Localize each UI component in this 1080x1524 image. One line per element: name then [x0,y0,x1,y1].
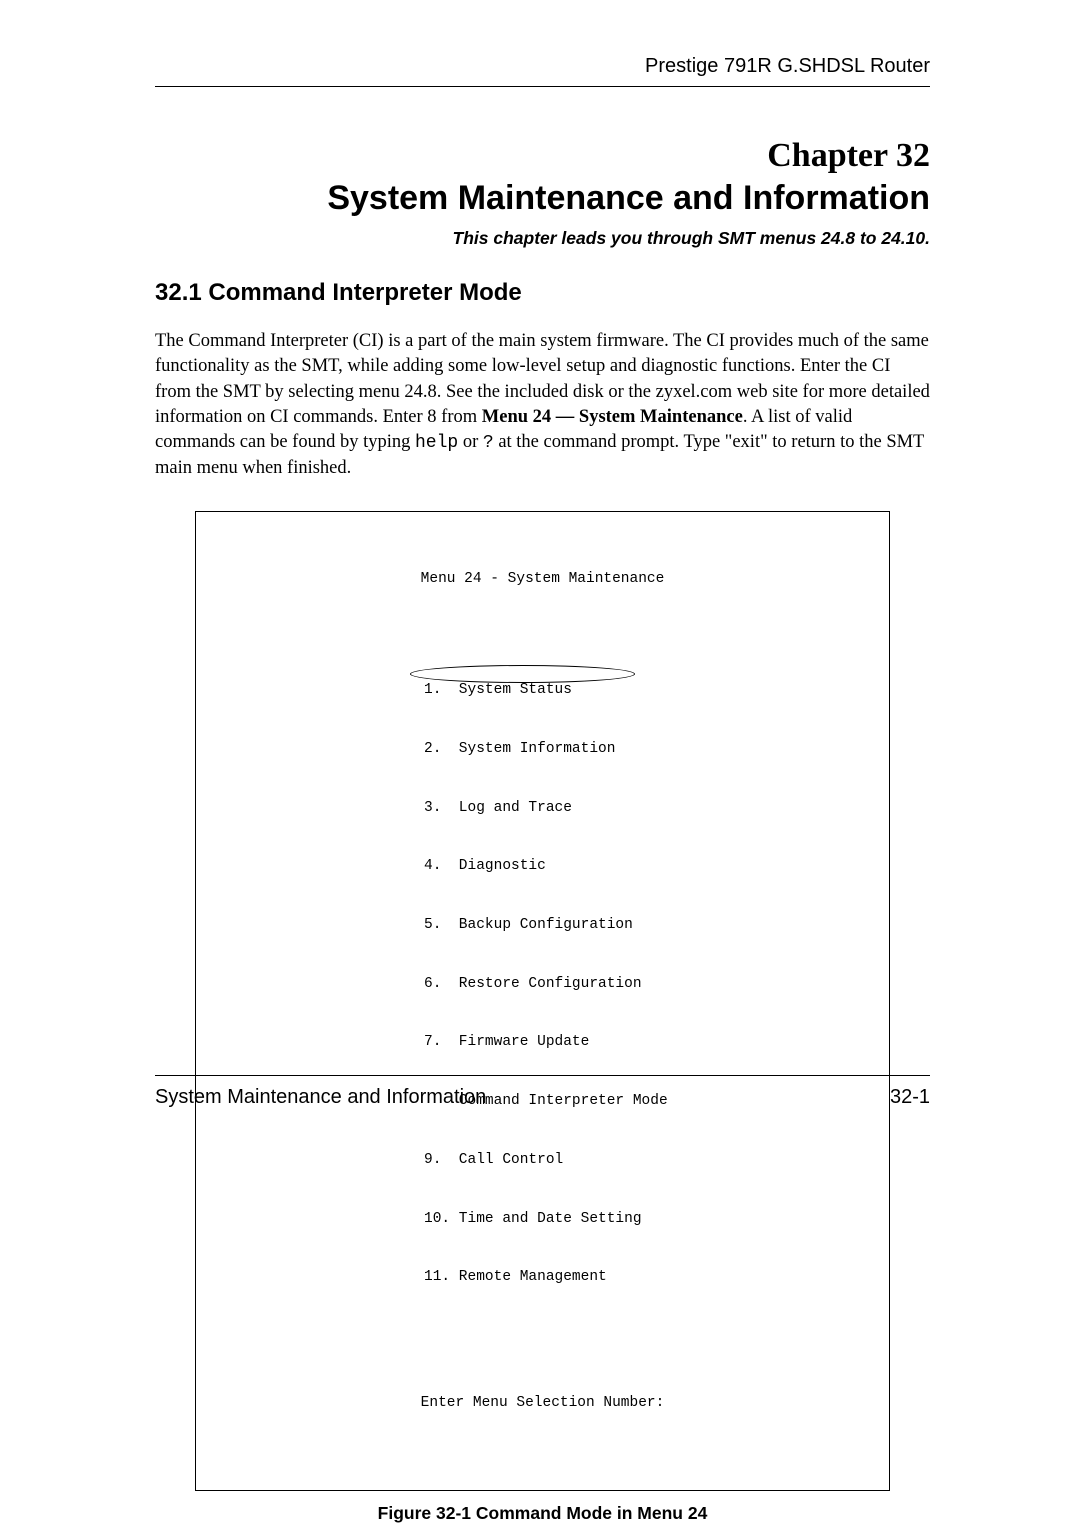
chapter-title: System Maintenance and Information [155,179,930,218]
menu-item: 1. System Status [424,681,871,701]
menu-item: 4. Diagnostic [424,857,871,877]
menu-item: 10. Time and Date Setting [424,1210,871,1230]
para-code1: help [415,433,458,453]
menu-item: 7. Firmware Update [424,1033,871,1053]
footer: System Maintenance and Information 32-1 [155,1075,930,1109]
body-paragraph: The Command Interpreter (CI) is a part o… [155,329,930,481]
menu-box: Menu 24 - System Maintenance 1. System S… [195,511,890,1491]
menu-item: 3. Log and Trace [424,799,871,819]
menu-item: 9. Call Control [424,1151,871,1171]
menu-item: 11. Remote Management [424,1268,871,1288]
menu-item: 2. System Information [424,740,871,760]
chapter-label: Chapter 32 [155,137,930,175]
footer-right: 32-1 [890,1086,930,1109]
menu-item: 6. Restore Configuration [424,975,871,995]
header-product: Prestige 791R G.SHDSL Router [155,55,930,87]
figure-caption: Figure 32-1 Command Mode in Menu 24 [155,1503,930,1524]
para-part3: or [458,432,483,452]
para-code2: ? [483,433,494,453]
chapter-subtitle: This chapter leads you through SMT menus… [155,228,930,249]
footer-left: System Maintenance and Information [155,1086,486,1109]
section-heading: 32.1 Command Interpreter Mode [155,279,930,307]
para-bold: Menu 24 — System Maintenance [482,407,743,427]
menu-item: 5. Backup Configuration [424,916,871,936]
menu-items: 1. System Status 2. System Information 3… [424,642,871,1327]
menu-title: Menu 24 - System Maintenance [214,570,871,590]
page: Prestige 791R G.SHDSL Router Chapter 32 … [0,0,1080,1397]
